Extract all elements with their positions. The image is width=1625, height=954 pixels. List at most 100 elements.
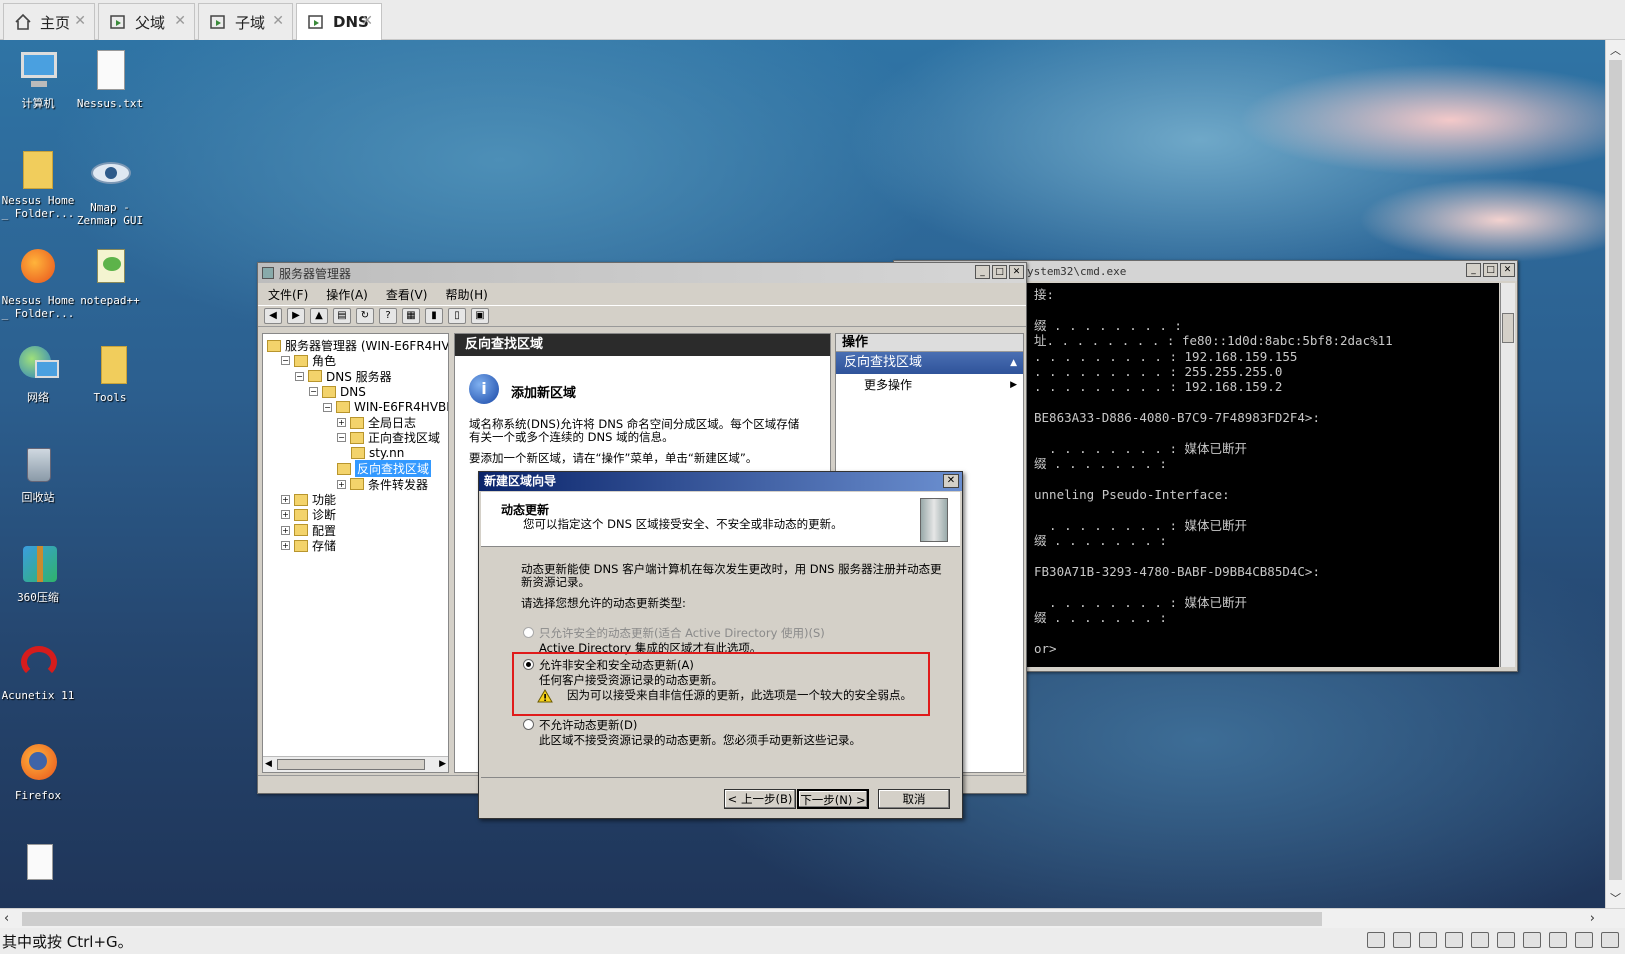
minimize-button[interactable]: _: [1466, 263, 1481, 277]
expand-icon[interactable]: +: [281, 495, 290, 504]
menu-help[interactable]: 帮助(H): [445, 286, 487, 303]
close-icon[interactable]: ✕: [272, 13, 284, 29]
tree-node[interactable]: − 角色: [281, 353, 336, 368]
tree-node[interactable]: + 功能: [281, 492, 336, 507]
tree-node[interactable]: − DNS 服务器: [295, 369, 392, 384]
scroll-thumb[interactable]: [1609, 60, 1622, 880]
expand-icon[interactable]: +: [281, 525, 290, 535]
tab-child-domain[interactable]: 子域 ✕: [198, 3, 293, 40]
collapse-icon[interactable]: −: [323, 402, 332, 412]
desktop-icon-360zip[interactable]: 360压缩: [0, 542, 76, 604]
option-no-update-label[interactable]: 不允许动态更新(D): [539, 717, 637, 733]
expand-icon[interactable]: +: [337, 418, 346, 427]
menu-file[interactable]: 文件(F): [268, 286, 308, 303]
hard-disk-icon[interactable]: [1367, 932, 1385, 948]
message-icon[interactable]: [1601, 932, 1619, 948]
chevron-left-icon[interactable]: ‹: [4, 911, 9, 926]
tree-node[interactable]: − WIN-E6FR4HVBPCI: [323, 400, 448, 415]
cancel-button[interactable]: 取消: [878, 789, 950, 809]
tree-node[interactable]: + 全局日志: [337, 415, 416, 430]
chevron-right-icon[interactable]: ›: [1590, 911, 1595, 926]
close-icon[interactable]: ✕: [74, 13, 86, 29]
back-arrow-icon[interactable]: ◀: [264, 308, 282, 324]
minimize-button[interactable]: _: [975, 265, 990, 279]
expand-icon[interactable]: +: [337, 479, 346, 489]
actions-section-reverse-zone[interactable]: 反向查找区域 ▲: [836, 352, 1023, 374]
tree-node[interactable]: + 配置: [281, 523, 336, 538]
up-folder-icon[interactable]: ▲: [310, 308, 328, 324]
sound-icon[interactable]: [1471, 932, 1489, 948]
printer-icon[interactable]: [1445, 932, 1463, 948]
chevron-up-icon[interactable]: ︿: [1610, 42, 1621, 58]
camera-icon[interactable]: [1523, 932, 1541, 948]
desktop-icon-network[interactable]: 网络: [0, 342, 76, 404]
close-button[interactable]: ✕: [1009, 265, 1024, 279]
submenu-arrow-icon: ▶: [1010, 380, 1017, 390]
refresh-icon[interactable]: ↻: [356, 308, 374, 324]
tab-home[interactable]: 主页 ✕: [3, 3, 95, 40]
chevron-down-icon[interactable]: ﹀: [1610, 890, 1621, 906]
display-icon[interactable]: [1549, 932, 1567, 948]
help-icon[interactable]: ?: [379, 308, 397, 324]
back-button[interactable]: < 上一步(B): [724, 789, 796, 809]
server-icon[interactable]: ▮: [425, 308, 443, 324]
network-adapter-icon[interactable]: [1419, 932, 1437, 948]
maximize-button[interactable]: □: [992, 265, 1007, 279]
maximize-button[interactable]: □: [1483, 263, 1498, 277]
tree-node[interactable]: − DNS: [309, 384, 366, 399]
desktop-icon-notepadpp[interactable]: notepad++: [72, 245, 148, 307]
properties-icon[interactable]: ▯: [448, 308, 466, 324]
cd-rom-icon[interactable]: [1393, 932, 1411, 948]
tab-parent-domain[interactable]: 父域 ✕: [98, 3, 195, 40]
close-button[interactable]: ✕: [1500, 263, 1515, 277]
tree-node[interactable]: sty.nn: [351, 446, 404, 461]
collapse-icon[interactable]: −: [281, 356, 290, 366]
show-pane-icon[interactable]: ▦: [402, 308, 420, 324]
desktop-icon-nessus-firefox[interactable]: Nessus Home _ Folder...: [0, 245, 76, 320]
usb-icon[interactable]: [1497, 932, 1515, 948]
expand-icon[interactable]: +: [281, 510, 290, 520]
menu-action[interactable]: 操作(A): [326, 286, 368, 303]
tree-node[interactable]: 反向查找区域: [337, 460, 432, 478]
host-horizontal-scrollbar[interactable]: ‹ ›: [0, 908, 1625, 928]
menu-view[interactable]: 查看(V): [386, 286, 428, 303]
fullscreen-icon[interactable]: [1575, 932, 1593, 948]
close-button[interactable]: ✕: [943, 474, 959, 488]
console-tree-icon[interactable]: ▤: [333, 308, 351, 324]
desktop-icon-acunetix[interactable]: Acunetix 11: [0, 640, 76, 702]
desktop-icon-tools[interactable]: Tools: [72, 342, 148, 404]
scroll-thumb[interactable]: [277, 759, 425, 770]
expand-icon[interactable]: +: [281, 541, 290, 551]
tree-node[interactable]: 服务器管理器 (WIN-E6FR4HVBPC: [267, 338, 448, 353]
collapse-icon[interactable]: −: [295, 371, 304, 381]
scroll-thumb[interactable]: [22, 912, 1322, 926]
action-more-actions[interactable]: 更多操作 ▶: [836, 374, 1023, 396]
tree-horizontal-scrollbar[interactable]: ◀ ▶: [263, 756, 448, 772]
desktop-icon-nessus-txt[interactable]: Nessus.txt: [72, 48, 148, 110]
desktop-icon-nessus-folder[interactable]: Nessus Home _ Folder...: [0, 145, 76, 220]
desktop-icon-recycle-bin[interactable]: 回收站: [0, 442, 76, 504]
cmd-scrollbar[interactable]: [1500, 283, 1515, 667]
new-zone-icon[interactable]: ▣: [471, 308, 489, 324]
collapse-icon[interactable]: −: [309, 387, 318, 397]
tab-dns[interactable]: DNS ✕: [296, 3, 382, 40]
tree-node[interactable]: + 条件转发器: [337, 477, 428, 492]
forward-arrow-icon[interactable]: ▶: [287, 308, 305, 324]
next-button[interactable]: 下一步(N) >: [797, 789, 869, 809]
tree-node[interactable]: + 诊断: [281, 507, 336, 522]
host-vertical-scrollbar[interactable]: ︿ ﹀: [1605, 40, 1625, 908]
desktop-icon-computer[interactable]: 计算机: [0, 48, 76, 110]
scroll-thumb[interactable]: [1502, 313, 1514, 343]
close-icon[interactable]: ✕: [174, 13, 186, 29]
radio-no-dynamic-update[interactable]: [523, 719, 534, 730]
collapse-icon[interactable]: −: [337, 433, 346, 443]
desktop-icon-partial-file[interactable]: [0, 840, 76, 889]
close-icon[interactable]: ✕: [361, 13, 373, 29]
scroll-left-icon[interactable]: ◀: [265, 759, 272, 769]
desktop-icon-zenmap[interactable]: Nmap - Zenmap GUI: [72, 152, 148, 227]
tree-node[interactable]: − 正向查找区域: [337, 430, 440, 445]
desktop-icon-firefox[interactable]: Firefox: [0, 740, 76, 802]
scroll-right-icon[interactable]: ▶: [439, 759, 446, 769]
tree-node[interactable]: + 存储: [281, 538, 336, 553]
new-zone-wizard-dialog[interactable]: 新建区域向导 ✕ 动态更新 您可以指定这个 DNS 区域接受安全、不安全或非动态…: [478, 471, 963, 819]
